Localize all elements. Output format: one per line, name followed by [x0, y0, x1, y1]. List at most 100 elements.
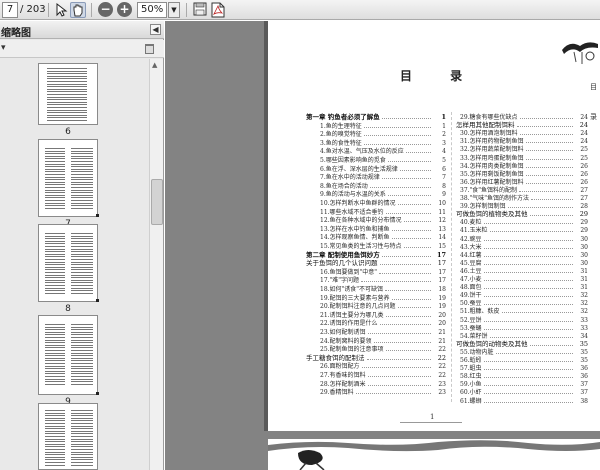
thumbnail-text-line	[71, 383, 93, 385]
thumbnail-text-line	[71, 363, 93, 364]
thumbnail-text-line	[71, 150, 93, 152]
toc-leader-dots	[526, 182, 573, 184]
scroll-up-arrow-icon[interactable]: ▲	[152, 61, 157, 69]
toc-leader-dots	[380, 264, 431, 266]
thumbnail-text-line	[47, 81, 87, 82]
page-number-input[interactable]: 7	[2, 2, 18, 18]
toc-leader-dots	[386, 315, 431, 317]
zoom-dropdown-icon[interactable]: ▼	[168, 2, 180, 18]
thumbnail-text-line	[71, 337, 93, 338]
thumbnail-text-line	[45, 357, 65, 359]
ink-decoration-icon	[562, 42, 598, 64]
page-thumbnail[interactable]	[38, 403, 98, 470]
column-divider	[451, 112, 452, 402]
toc-leader-dots	[385, 290, 431, 291]
page-thumbnail[interactable]	[38, 315, 98, 395]
thumbnail-text-line	[71, 251, 93, 253]
thumbnail-text-line	[71, 428, 93, 430]
toolbar: 7 / 203 − + 50% ▼	[0, 0, 600, 20]
select-arrow-icon[interactable]	[52, 2, 68, 18]
zoom-in-icon[interactable]: +	[117, 2, 132, 17]
thumbnail-text-line	[71, 425, 93, 427]
thumbnail-text-line	[71, 207, 93, 209]
toc-item[interactable]: 61.螺蛳 38	[460, 397, 588, 406]
thumbnail-text-line	[71, 148, 93, 149]
thumbnail-text-line	[45, 261, 65, 263]
thumbnail-text-line	[71, 443, 93, 445]
toc-leader-dots	[484, 263, 573, 265]
thumbnail-text-line	[71, 187, 93, 188]
thumbnail-text-line	[45, 266, 65, 268]
thumbnail-text-line	[71, 174, 93, 175]
thumbnail-text-line	[45, 200, 65, 201]
thumbnail-text-line	[45, 451, 65, 453]
toc-item[interactable]: 29.香精饵料 23	[320, 388, 446, 397]
toc-leader-dots	[526, 142, 573, 144]
thumbnail-text-line	[47, 86, 87, 88]
thumbnail-text-line	[45, 438, 65, 440]
options-dropdown-icon[interactable]: ▾	[1, 43, 6, 53]
thumbnail-text-line	[45, 253, 65, 255]
thumbnail-text-line	[45, 163, 65, 165]
toc-title: 目 录	[400, 69, 480, 83]
thumbnail-text-line	[45, 383, 65, 385]
thumbnail-text-line	[71, 285, 93, 286]
scrollbar-thumb[interactable]	[151, 179, 163, 225]
thumbnail-text-line	[71, 456, 93, 458]
thumbnail-text-line	[45, 436, 65, 437]
page-thumbnail[interactable]	[38, 63, 98, 125]
trash-icon[interactable]	[145, 44, 154, 54]
thumbnail-text-line	[71, 454, 93, 456]
thumbnail-text-line	[71, 153, 93, 155]
thumbnail-text-line	[45, 205, 65, 207]
thumbnail-text-line	[45, 192, 65, 194]
page-thumbnail[interactable]	[38, 139, 98, 217]
thumbnails-scrollbar[interactable]: ▲	[149, 59, 163, 470]
thumbnail-text-line	[45, 207, 65, 209]
toc-leader-dots	[398, 307, 431, 309]
thumbnail-text-line	[45, 264, 65, 266]
thumbnail-text-line	[47, 83, 87, 85]
thumbnail-text-line	[45, 176, 65, 178]
save-icon[interactable]	[192, 2, 208, 18]
page-number: 1	[430, 413, 435, 421]
toc-leader-dots	[530, 344, 573, 346]
hand-tool-icon[interactable]	[70, 2, 86, 18]
page-gap	[268, 431, 600, 439]
thumbnail-text-line	[71, 181, 93, 183]
thumbnail-text-line	[47, 75, 87, 77]
zoom-out-icon[interactable]: −	[98, 2, 113, 17]
toc-leader-dots	[484, 320, 573, 322]
thumbnail-text-line	[45, 259, 65, 260]
page-number-rule	[400, 422, 462, 423]
toc-leader-dots	[484, 328, 573, 330]
toc-leader-dots	[368, 333, 431, 334]
thumbnail-text-line	[71, 329, 93, 331]
collapse-panel-icon[interactable]: ◀	[150, 24, 161, 35]
thumbnail-text-line	[71, 350, 93, 351]
thumbnail-text-line	[47, 117, 87, 119]
toc-leader-dots	[404, 247, 431, 248]
thumbnail-text-line	[45, 381, 65, 383]
page-thumbnail[interactable]	[38, 224, 98, 302]
thumbnail-text-line	[45, 189, 65, 191]
thumbnail-text-line	[47, 114, 87, 116]
thumbnail-text-line	[45, 347, 65, 349]
pdf-icon[interactable]	[210, 2, 226, 18]
thumbnail-text-line	[45, 441, 65, 443]
thumbnail-marker	[96, 214, 99, 217]
thumbnail-text-line	[45, 462, 65, 463]
thumbnail-text-line	[45, 363, 65, 364]
thumbnail-text-line	[71, 240, 93, 242]
thumbnail-text-line	[45, 181, 65, 183]
thumbnail-text-line	[71, 357, 93, 359]
thumbnail-text-line	[45, 282, 65, 284]
thumbnail-marker	[96, 299, 99, 302]
toc-leader-dots	[484, 247, 573, 249]
toc-leader-dots	[368, 384, 431, 386]
zoom-level-input[interactable]: 50%	[137, 2, 167, 18]
thumbnail-text-line	[71, 370, 93, 372]
toc-leader-dots	[392, 298, 431, 300]
thumbnail-text-line	[71, 158, 93, 160]
toc-leader-dots	[502, 312, 573, 314]
